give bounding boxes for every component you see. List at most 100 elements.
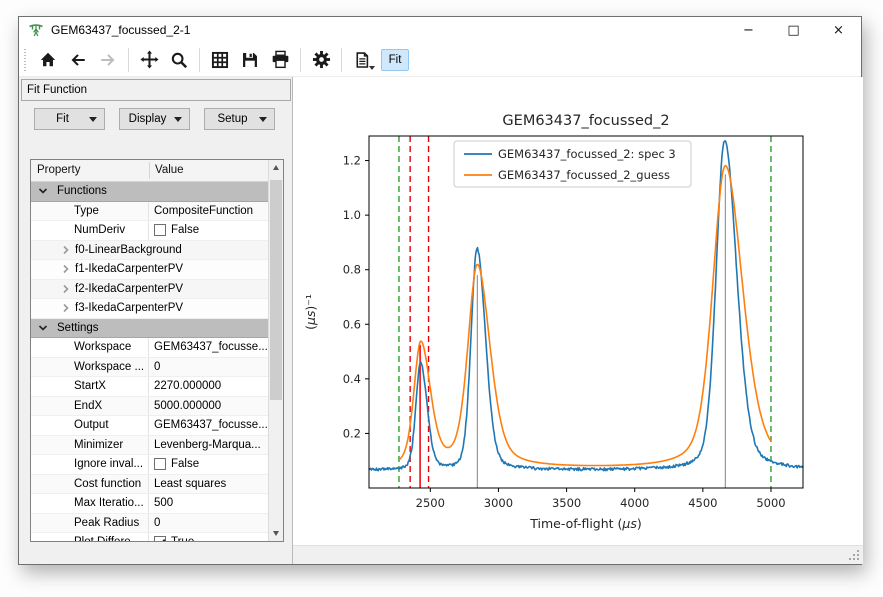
save-button[interactable] <box>236 47 264 73</box>
section-row-functions[interactable]: Functions <box>31 182 268 202</box>
chevron-right-icon <box>61 303 71 313</box>
prop-row-output[interactable]: OutputGEM63437_focusse... <box>31 416 268 436</box>
axes-frame <box>369 136 803 488</box>
back-button[interactable] <box>64 47 92 73</box>
plot-canvas[interactable]: 2500300035004000450050000.20.40.60.81.01… <box>293 77 863 546</box>
checkbox-numderiv[interactable] <box>154 224 166 236</box>
fit-menu-button[interactable]: Fit <box>34 108 105 130</box>
toolbar-separator <box>199 48 200 72</box>
checkbox-plot-differe[interactable] <box>154 536 166 541</box>
toolbar-drag-handle[interactable] <box>23 49 27 71</box>
chevron-right-icon <box>61 284 71 294</box>
settings-gear-icon <box>312 50 331 69</box>
forward-button <box>94 47 122 73</box>
legend-label-0: GEM63437_focussed_2: spec 3 <box>498 147 676 161</box>
property-table: Property Value FunctionsTypeCompositeFun… <box>30 159 284 542</box>
statusbar <box>293 545 863 564</box>
scroll-down-arrow-icon[interactable] <box>269 526 283 541</box>
dropdown-arrow-icon <box>174 117 182 122</box>
home-button[interactable] <box>34 47 62 73</box>
display-menu-button[interactable]: Display <box>119 108 190 130</box>
plot-title: GEM63437_focussed_2 <box>502 113 669 129</box>
fit-menu-label: Fit <box>56 113 69 125</box>
script-menu-arrow-icon <box>369 66 375 70</box>
window-content: Fit Function Fit Display Setup Property … <box>19 77 861 564</box>
figure-options-button[interactable] <box>307 47 335 73</box>
column-header-value[interactable]: Value <box>155 164 184 176</box>
checkbox-ignore-inval[interactable] <box>154 458 166 470</box>
display-menu-label: Display <box>129 113 167 125</box>
prop-row-ignore-inval[interactable]: Ignore inval...False <box>31 455 268 475</box>
chevron-down-icon <box>38 186 48 196</box>
prop-row-max-iteratio[interactable]: Max Iteratio...500 <box>31 494 268 514</box>
table-scrollbar[interactable] <box>268 160 283 541</box>
window-title: GEM63437_focussed_2-1 <box>51 23 726 37</box>
prop-row-type[interactable]: TypeCompositeFunction <box>31 202 268 222</box>
chevron-right-icon <box>61 264 71 274</box>
setup-menu-button[interactable]: Setup <box>204 108 275 130</box>
series-curve-1 <box>399 166 771 466</box>
x-tick-label: 4000 <box>620 496 649 510</box>
section-row-settings[interactable]: Settings <box>31 319 268 339</box>
prop-row-workspace[interactable]: Workspace ...0 <box>31 358 268 378</box>
fit-tool-window: GEM63437_focussed_2-1 − □ × <box>18 16 862 565</box>
save-floppy-icon <box>241 51 259 69</box>
y-tick-label: 0.6 <box>343 317 361 331</box>
y-tick-label: 1.2 <box>343 154 361 168</box>
series-curve-0 <box>369 141 803 471</box>
prop-row-minimizer[interactable]: MinimizerLevenberg-Marqua... <box>31 436 268 456</box>
y-axis-label: (μs)⁻¹ <box>303 294 318 330</box>
minimize-button[interactable]: − <box>726 17 771 43</box>
close-button[interactable]: × <box>816 17 861 43</box>
prop-row-startx[interactable]: StartX2270.000000 <box>31 377 268 397</box>
mantid-app-icon <box>28 22 44 38</box>
back-arrow-icon <box>69 51 87 69</box>
group-row-f1-ikedacarpenterpv[interactable]: f1-IkedaCarpenterPV <box>31 260 268 280</box>
magnifier-icon <box>170 51 188 69</box>
maximize-button[interactable]: □ <box>771 17 816 43</box>
toolbar-separator <box>128 48 129 72</box>
zoom-button[interactable] <box>165 47 193 73</box>
prop-row-endx[interactable]: EndX5000.000000 <box>31 397 268 417</box>
group-row-f3-ikedacarpenterpv[interactable]: f3-IkedaCarpenterPV <box>31 299 268 319</box>
prop-row-workspace[interactable]: WorkspaceGEM63437_focusse... <box>31 338 268 358</box>
prop-row-numderiv[interactable]: NumDerivFalse <box>31 221 268 241</box>
group-row-f0-linearbackground[interactable]: f0-LinearBackground <box>31 241 268 261</box>
dock-title[interactable]: Fit Function <box>21 79 291 101</box>
x-tick-label: 5000 <box>756 496 785 510</box>
pan-button[interactable] <box>135 47 163 73</box>
x-tick-label: 2500 <box>416 496 445 510</box>
subplots-button[interactable] <box>206 47 234 73</box>
generate-script-button[interactable] <box>348 47 376 73</box>
prop-row-cost-function[interactable]: Cost functionLeast squares <box>31 475 268 495</box>
chevron-down-icon <box>38 323 48 333</box>
group-row-f2-ikedacarpenterpv[interactable]: f2-IkedaCarpenterPV <box>31 280 268 300</box>
x-tick-label: 3000 <box>484 496 513 510</box>
print-button[interactable] <box>266 47 294 73</box>
legend-label-1: GEM63437_focussed_2_guess <box>498 168 670 182</box>
resize-grip[interactable] <box>849 550 860 561</box>
plot-toolbar: Fit <box>19 43 861 77</box>
dropdown-arrow-icon <box>89 117 97 122</box>
scroll-up-arrow-icon[interactable] <box>269 160 283 175</box>
y-tick-label: 0.4 <box>343 372 361 386</box>
y-tick-label: 0.2 <box>343 426 361 440</box>
prop-row-peak-radius[interactable]: Peak Radius0 <box>31 514 268 534</box>
column-header-property[interactable]: Property <box>37 164 80 176</box>
x-tick-label: 3500 <box>552 496 581 510</box>
prop-row-plot-differe[interactable]: Plot Differe...True <box>31 533 268 541</box>
table-rows: FunctionsTypeCompositeFunctionNumDerivFa… <box>31 182 268 541</box>
chevron-right-icon <box>61 245 71 255</box>
home-icon <box>39 51 57 69</box>
setup-menu-label: Setup <box>217 113 247 125</box>
dropdown-arrow-icon <box>259 117 267 122</box>
column-divider[interactable] <box>149 162 150 179</box>
toolbar-separator <box>341 48 342 72</box>
x-tick-label: 4500 <box>688 496 717 510</box>
titlebar[interactable]: GEM63437_focussed_2-1 − □ × <box>19 17 861 43</box>
fit-toggle-button[interactable]: Fit <box>381 49 409 71</box>
pan-icon <box>140 50 159 69</box>
scrollbar-thumb[interactable] <box>270 180 282 400</box>
table-header: Property Value <box>31 160 268 182</box>
toolbar-separator <box>300 48 301 72</box>
